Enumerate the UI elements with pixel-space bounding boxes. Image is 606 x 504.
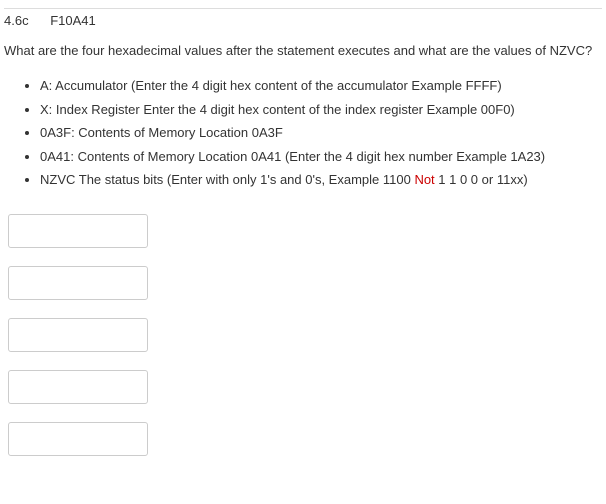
instruction-item: 0A3F: Contents of Memory Location 0A3F (40, 123, 602, 143)
mem-0a3f-input[interactable] (8, 318, 148, 352)
instruction-text: 0A41: Contents of Memory Location 0A41 (… (40, 149, 545, 164)
instruction-item: A: Accumulator (Enter the 4 digit hex co… (40, 76, 602, 96)
question-code: F10A41 (50, 13, 96, 28)
mem-0a41-input[interactable] (8, 370, 148, 404)
instruction-text: 0A3F: Contents of Memory Location 0A3F (40, 125, 283, 140)
instruction-item: X: Index Register Enter the 4 digit hex … (40, 100, 602, 120)
instruction-prefix: NZVC The status bits (Enter with only 1'… (40, 172, 414, 187)
accumulator-input[interactable] (8, 214, 148, 248)
nzvc-input[interactable] (8, 422, 148, 456)
instruction-text: A: Accumulator (Enter the 4 digit hex co… (40, 78, 502, 93)
instruction-red: Not (414, 172, 434, 187)
question-text: What are the four hexadecimal values aft… (4, 42, 602, 60)
section-number: 4.6c (4, 13, 29, 28)
instruction-item: 0A41: Contents of Memory Location 0A41 (… (40, 147, 602, 167)
instruction-text: X: Index Register Enter the 4 digit hex … (40, 102, 515, 117)
instruction-item: NZVC The status bits (Enter with only 1'… (40, 170, 602, 190)
instruction-suffix: 1 1 0 0 or 11xx) (435, 172, 528, 187)
index-register-input[interactable] (8, 266, 148, 300)
question-header: 4.6c F10A41 (4, 8, 602, 34)
answer-inputs (4, 214, 602, 456)
instruction-list: A: Accumulator (Enter the 4 digit hex co… (4, 76, 602, 190)
